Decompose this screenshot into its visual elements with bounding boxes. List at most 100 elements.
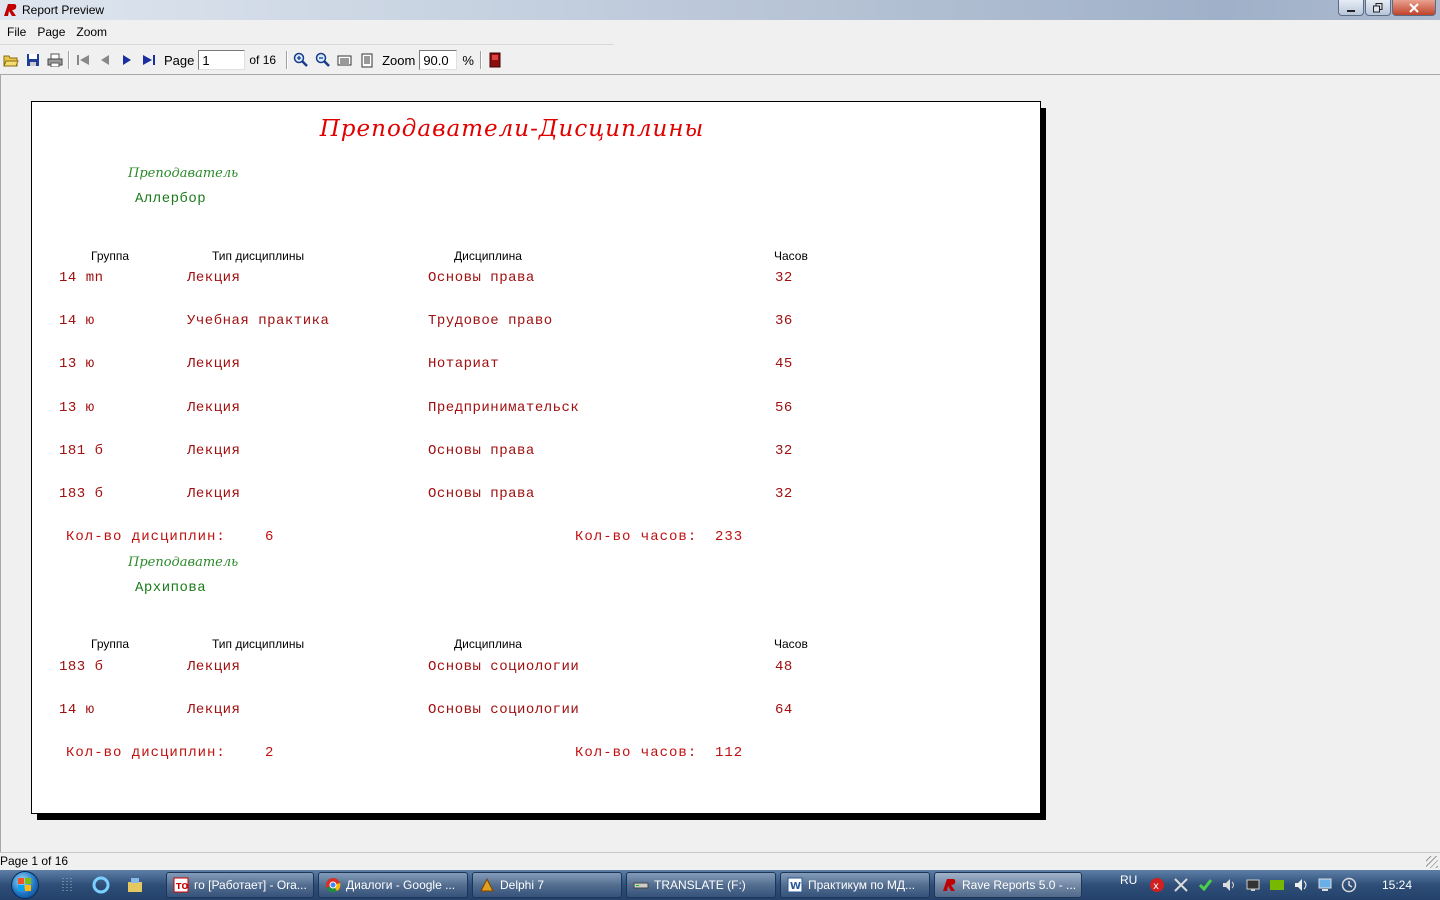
cell-group: 14 ю — [59, 313, 95, 329]
taskbar-rave[interactable]: Rave Reports 5.0 - ... — [934, 872, 1082, 898]
cell-discipline: Основы права — [428, 443, 535, 459]
taskbar-oracle[interactable]: TOS го [Работает] - Ora... — [166, 872, 314, 898]
cell-type: Лекция — [187, 486, 241, 502]
tools-icon[interactable] — [1173, 877, 1189, 893]
cell-discipline: Предпринимательск — [428, 400, 580, 416]
cell-hours: 32 — [775, 270, 793, 286]
close-button[interactable] — [1392, 0, 1436, 16]
print-icon[interactable] — [44, 49, 66, 71]
summary-hours-label: Кол-во часов: — [575, 529, 698, 545]
nvidia-icon[interactable] — [1269, 877, 1285, 893]
minimize-icon — [1347, 9, 1355, 12]
next-page-icon[interactable] — [116, 49, 138, 71]
resize-grip-icon[interactable] — [1426, 856, 1438, 868]
cell-discipline: Основы социологии — [428, 659, 580, 675]
cell-hours: 64 — [775, 702, 793, 718]
prev-page-icon[interactable] — [94, 49, 116, 71]
menu-bar: File Page Zoom — [0, 22, 111, 42]
cell-group: 14 mn — [59, 270, 104, 286]
svg-text:x: x — [1153, 881, 1159, 892]
cell-type: Лекция — [187, 270, 241, 286]
show-desktop-icon[interactable] — [56, 874, 78, 896]
status-bar: Page 1 of 16 — [0, 852, 1440, 870]
cell-hours: 56 — [775, 400, 793, 416]
menu-separator — [0, 44, 614, 45]
windows-logo-icon — [11, 871, 39, 899]
antivirus-icon[interactable]: x — [1149, 877, 1165, 893]
ie-icon[interactable] — [90, 874, 112, 896]
col-header-group: Группа — [91, 637, 130, 651]
display-icon[interactable] — [1317, 877, 1333, 893]
cell-type: Лекция — [187, 659, 241, 675]
cell-hours: 32 — [775, 443, 793, 459]
col-header-discipline: Дисциплина — [454, 637, 522, 651]
cell-group: 13 ю — [59, 400, 95, 416]
cell-hours: 48 — [775, 659, 793, 675]
cell-type: Учебная практика — [187, 313, 330, 329]
first-page-icon[interactable] — [72, 49, 94, 71]
menu-page[interactable]: Page — [30, 25, 69, 39]
cell-discipline: Основы права — [428, 486, 535, 502]
status-text: Page 1 of 16 — [0, 854, 69, 868]
cell-discipline: Основы права — [428, 270, 535, 286]
teacher-name: Аллербор — [135, 191, 207, 207]
zoom-out-icon[interactable] — [312, 49, 334, 71]
col-header-type: Тип дисциплины — [212, 637, 305, 651]
chrome-icon — [325, 877, 341, 893]
col-header-discipline: Дисциплина — [454, 249, 522, 263]
word-icon: W — [787, 877, 803, 893]
speaker-icon[interactable] — [1293, 877, 1309, 893]
cell-group: 13 ю — [59, 356, 95, 372]
summary-disc-count: 2 — [265, 745, 275, 761]
summary-disc-label: Кол-во дисциплин: — [66, 529, 226, 545]
cell-group: 181 б — [59, 443, 104, 459]
zoom-in-icon[interactable] — [290, 49, 312, 71]
window-titlebar[interactable]: Report Preview — [0, 0, 1440, 20]
start-button[interactable] — [0, 870, 50, 900]
col-header-type: Тип дисциплины — [212, 249, 305, 263]
col-header-hours: Часов — [774, 249, 808, 263]
volume-icon[interactable] — [1221, 877, 1237, 893]
page-whole-icon[interactable] — [356, 49, 378, 71]
cell-group: 183 б — [59, 659, 104, 675]
menu-file[interactable]: File — [0, 25, 30, 39]
taskbar-clock[interactable]: 15:24 — [1382, 870, 1412, 900]
zoom-input[interactable] — [419, 50, 458, 70]
preview-area[interactable]: Преподаватели-Дисциплины Преподаватель А… — [0, 74, 1440, 852]
maximize-button[interactable] — [1365, 0, 1391, 16]
network-icon[interactable] — [1245, 877, 1261, 893]
close-icon — [1409, 2, 1419, 13]
clock-app-icon[interactable] — [1341, 877, 1357, 893]
page-number-input[interactable] — [198, 50, 246, 70]
teacher-name: Архипова — [135, 580, 207, 596]
toolbar: Page of 16 Zoom % — [0, 48, 506, 72]
page-count-label: of 16 — [249, 53, 277, 67]
open-icon[interactable] — [0, 49, 22, 71]
cell-discipline: Основы социологии — [428, 702, 580, 718]
exit-icon[interactable] — [484, 49, 506, 71]
page-width-icon[interactable] — [334, 49, 356, 71]
taskbar-translate[interactable]: TRANSLATE (F:) — [626, 872, 776, 898]
zoom-percent: % — [462, 52, 474, 68]
cell-group: 183 б — [59, 486, 104, 502]
minimize-button[interactable] — [1338, 0, 1364, 16]
security-check-icon[interactable] — [1197, 877, 1213, 893]
last-page-icon[interactable] — [138, 49, 160, 71]
summary-hours-total: 233 — [715, 529, 744, 545]
cell-discipline: Трудовое право — [428, 313, 553, 329]
explorer-icon[interactable] — [124, 874, 146, 896]
taskbar-word[interactable]: W Практикум по МД... — [780, 872, 930, 898]
menu-zoom[interactable]: Zoom — [69, 25, 111, 39]
rave-icon — [941, 877, 957, 893]
language-indicator[interactable]: RU — [1120, 873, 1137, 887]
taskbar-delphi[interactable]: Delphi 7 — [472, 872, 622, 898]
taskbar-chrome[interactable]: Диалоги - Google ... — [318, 872, 468, 898]
rave-app-icon — [2, 2, 18, 18]
cell-type: Лекция — [187, 400, 241, 416]
cell-group: 14 ю — [59, 702, 95, 718]
cell-type: Лекция — [187, 356, 241, 372]
save-icon[interactable] — [22, 49, 44, 71]
system-tray: RU x — [1120, 870, 1361, 900]
report-page: Преподаватели-Дисциплины Преподаватель А… — [31, 101, 1041, 814]
cell-type: Лекция — [187, 702, 241, 718]
